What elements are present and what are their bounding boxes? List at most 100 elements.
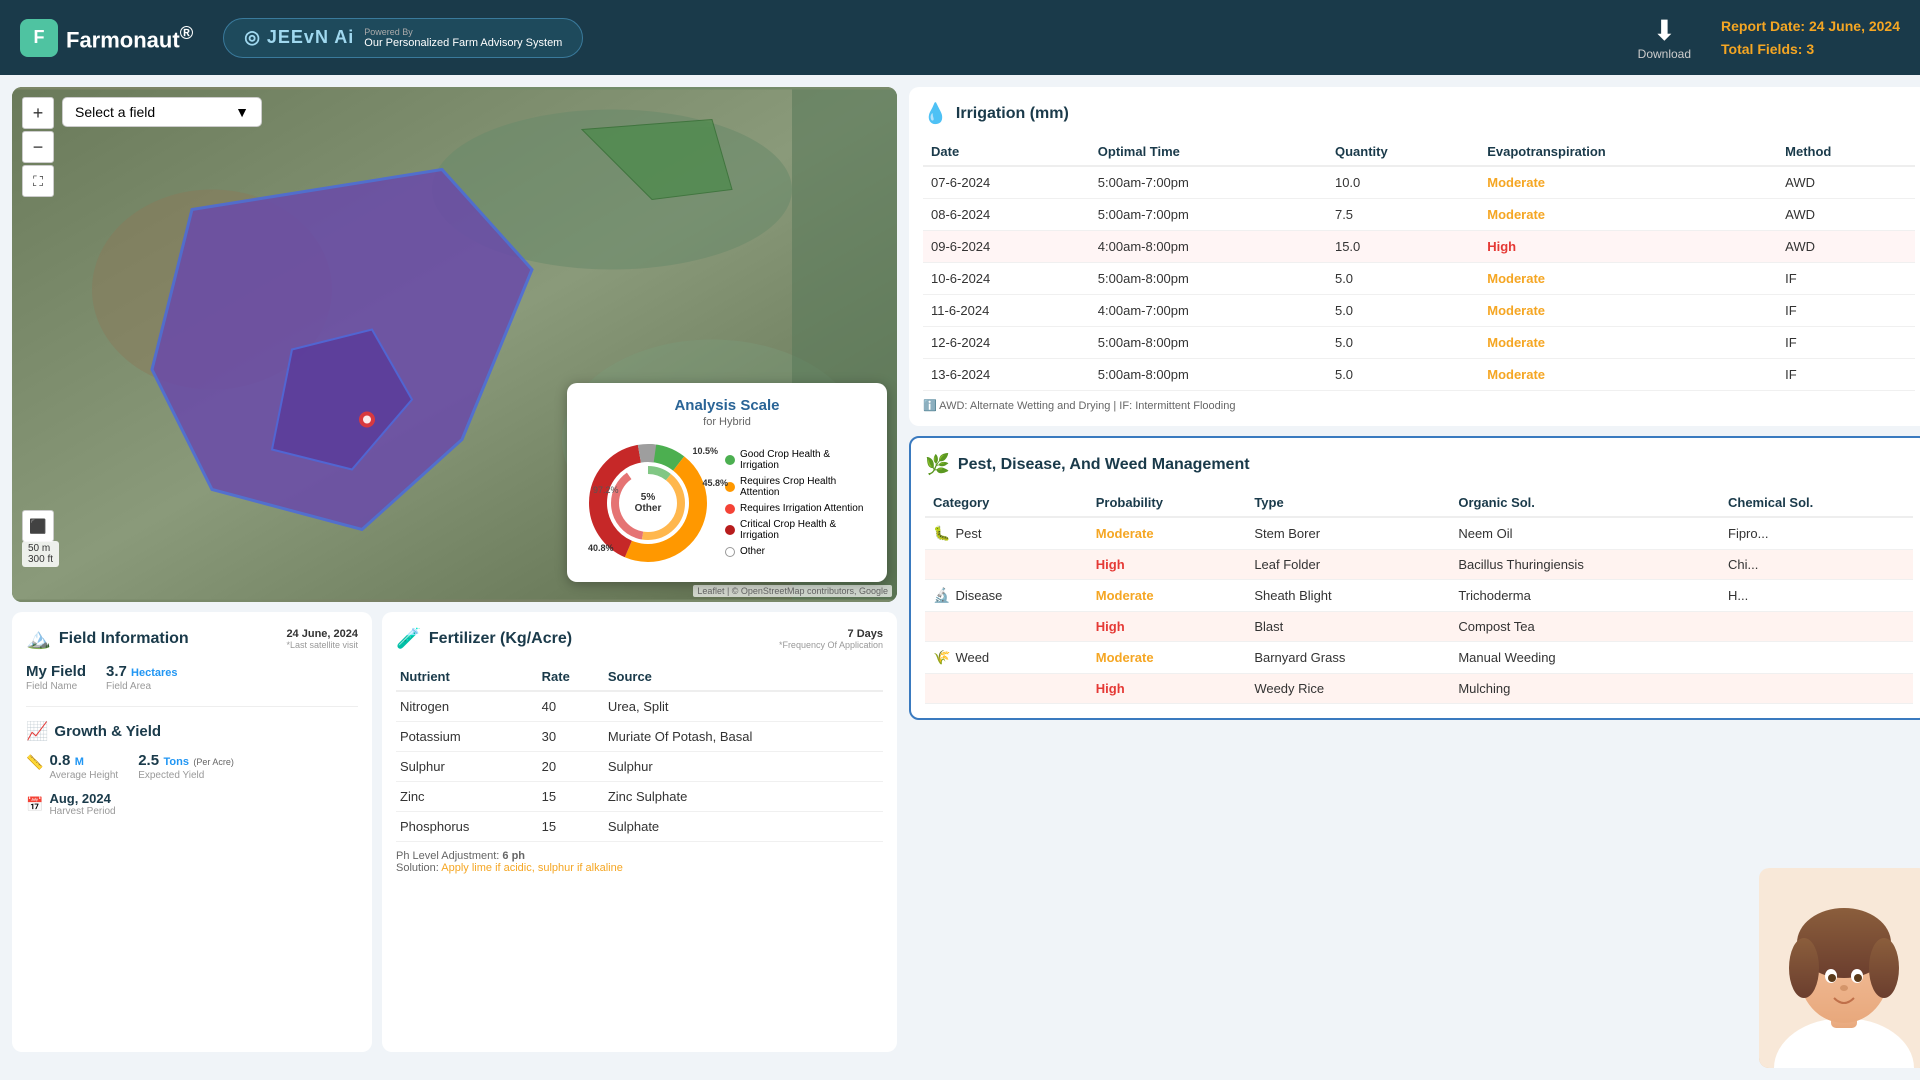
analysis-subtitle: for Hybrid — [583, 416, 871, 428]
analysis-title: Analysis Scale — [583, 397, 871, 414]
table-row: 🌾 Weed Moderate Barnyard Grass Manual We… — [925, 642, 1913, 674]
growth-yield-section: 📈 Growth & Yield 📏 0.8 M Average Hei — [26, 721, 358, 817]
harvest-period: 📅 Aug, 2024 Harvest Period — [26, 791, 358, 817]
field-info-icon: 🏔️ — [26, 626, 51, 651]
header-right: ⬇ Download Report Date: 24 June, 2024 To… — [1638, 14, 1900, 61]
table-row: 🔬 Disease Moderate Sheath Blight Trichod… — [925, 580, 1913, 612]
fertilizer-header: 🧪 Fertilizer (Kg/Acre) 7 Days *Frequency… — [396, 626, 883, 651]
expected-yield-metric: 2.5 Tons (Per Acre) Expected Yield — [138, 752, 234, 781]
table-row: Sulphur 20 Sulphur — [396, 752, 883, 782]
logo-area: F Farmonaut® — [20, 19, 193, 57]
evap-col-header: Evapotranspiration — [1479, 138, 1777, 166]
table-row: Phosphorus 15 Sulphate — [396, 812, 883, 842]
fertilizer-icon: 🧪 — [396, 626, 421, 651]
download-area[interactable]: ⬇ Download — [1638, 14, 1691, 61]
zoom-in-button[interactable]: + — [22, 97, 54, 129]
table-row: 12-6-2024 5:00am-8:00pm 5.0 Moderate IF — [923, 327, 1915, 359]
category-col-header: Category — [925, 489, 1088, 517]
pest-icon: 🌿 — [925, 452, 950, 477]
rate-col-header: Rate — [538, 663, 604, 691]
growth-icon: 📈 — [26, 721, 48, 742]
layers-button[interactable]: ⬛ — [22, 510, 54, 542]
table-row: Potassium 30 Muriate Of Potash, Basal — [396, 722, 883, 752]
analysis-scale-popup: Analysis Scale for Hybrid — [567, 383, 887, 582]
table-row: High Weedy Rice Mulching — [925, 674, 1913, 704]
calendar-icon: 📅 — [26, 796, 43, 813]
jeevn-subtitle: Powered By Our Personalized Farm Advisor… — [364, 27, 562, 49]
field-info-title: Field Information — [59, 630, 279, 648]
fertilizer-table: Nutrient Rate Source Nitrogen 40 Urea, S… — [396, 663, 883, 842]
irrigation-panel: 💧 Irrigation (mm) Date Optimal Time Quan… — [909, 87, 1920, 426]
growth-yield-header: 📈 Growth & Yield — [26, 721, 358, 742]
map-scale: 50 m 300 ft — [22, 541, 59, 567]
pest-panel-wrapper: 🌿 Pest, Disease, And Weed Management Cat… — [909, 436, 1920, 1068]
fertilizer-title: Fertilizer (Kg/Acre) — [429, 630, 572, 648]
field-info-header: 🏔️ Field Information 24 June, 2024 *Last… — [26, 626, 358, 651]
field-select-dropdown[interactable]: Select a field ▼ — [62, 97, 262, 127]
avg-height-metric: 📏 0.8 M Average Height — [26, 752, 118, 781]
donut-chart: 97.2% 5%Other 10.5% 45.8% 40.8% — [583, 438, 713, 568]
irrigation-table: Date Optimal Time Quantity Evapotranspir… — [923, 138, 1915, 391]
table-row: 🐛 Pest Moderate Stem Borer Neem Oil Fipr… — [925, 517, 1913, 550]
field-area-item: 3.7 Hectares Field Area — [106, 663, 178, 692]
field-main-info: My Field Field Name 3.7 Hectares Field A… — [26, 663, 358, 707]
quantity-col-header: Quantity — [1327, 138, 1479, 166]
table-row: 08-6-2024 5:00am-7:00pm 7.5 Moderate AWD — [923, 199, 1915, 231]
irrigation-title: Irrigation (mm) — [956, 105, 1915, 123]
main-content: + − ⛶ ⬛ Select a field ▼ 50 m 300 ft Lea… — [0, 75, 1920, 1080]
nutrient-col-header: Nutrient — [396, 663, 538, 691]
legend-item-requires-health: Requires Crop Health Attention — [725, 476, 871, 498]
table-row: 10-6-2024 5:00am-8:00pm 5.0 Moderate IF — [923, 263, 1915, 295]
jeevn-logo: ◎ JEEvN Ai — [244, 27, 354, 48]
pest-management-table: Category Probability Type Organic Sol. C… — [925, 489, 1913, 704]
pest-header: 🌿 Pest, Disease, And Weed Management — [925, 452, 1913, 477]
logo-icon: F — [20, 19, 58, 57]
type-col-header: Type — [1246, 489, 1450, 517]
table-row: High Leaf Folder Bacillus Thuringiensis … — [925, 550, 1913, 580]
right-panel: 💧 Irrigation (mm) Date Optimal Time Quan… — [909, 87, 1920, 1068]
fullscreen-button[interactable]: ⛶ — [22, 165, 54, 197]
irrigation-header-row: Date Optimal Time Quantity Evapotranspir… — [923, 138, 1915, 166]
organic-col-header: Organic Sol. — [1450, 489, 1720, 517]
growth-metrics: 📏 0.8 M Average Height — [26, 752, 358, 781]
analysis-content: 97.2% 5%Other 10.5% 45.8% 40.8% Good Cro — [583, 438, 871, 568]
chemical-col-header: Chemical Sol. — [1720, 489, 1913, 517]
fertilizer-body: Nitrogen 40 Urea, Split Potassium 30 Mur… — [396, 691, 883, 842]
map-panel: + − ⛶ ⬛ Select a field ▼ 50 m 300 ft Lea… — [12, 87, 897, 1068]
ai-avatar — [1759, 868, 1920, 1068]
fertilizer-footer: Ph Level Adjustment: 6 ph Solution: Appl… — [396, 850, 883, 874]
map-container: + − ⛶ ⬛ Select a field ▼ 50 m 300 ft Lea… — [12, 87, 897, 602]
field-information-panel: 🏔️ Field Information 24 June, 2024 *Last… — [12, 612, 372, 1052]
growth-yield-title: Growth & Yield — [54, 723, 161, 740]
pest-panel: 🌿 Pest, Disease, And Weed Management Cat… — [909, 436, 1920, 720]
field-info-date: 24 June, 2024 *Last satellite visit — [286, 628, 358, 650]
irrigation-icon: 💧 — [923, 101, 948, 126]
probability-col-header: Probability — [1088, 489, 1247, 517]
date-col-header: Date — [923, 138, 1090, 166]
trademark: ® — [180, 22, 194, 43]
table-row: 09-6-2024 4:00am-8:00pm 15.0 High AWD — [923, 231, 1915, 263]
zoom-out-button[interactable]: − — [22, 131, 54, 163]
map-attribution: Leaflet | © OpenStreetMap contributors, … — [693, 585, 892, 597]
table-row: 07-6-2024 5:00am-7:00pm 10.0 Moderate AW… — [923, 166, 1915, 199]
optimal-time-col-header: Optimal Time — [1090, 138, 1327, 166]
legend-item-other: Other — [725, 546, 871, 557]
legend-item-requires-irrigation: Requires Irrigation Attention — [725, 503, 871, 514]
legend-item-good: Good Crop Health & Irrigation — [725, 449, 871, 471]
fertilizer-solution-link[interactable]: Apply lime if acidic, sulphur if alkalin… — [441, 862, 623, 874]
bottom-panels: 🏔️ Field Information 24 June, 2024 *Last… — [12, 612, 897, 1052]
fertilizer-panel: 🧪 Fertilizer (Kg/Acre) 7 Days *Frequency… — [382, 612, 897, 1052]
report-info: Report Date: 24 June, 2024 Total Fields:… — [1721, 15, 1900, 60]
legend-item-critical: Critical Crop Health & Irrigation — [725, 519, 871, 541]
analysis-legend: Good Crop Health & Irrigation Requires C… — [725, 449, 871, 557]
jeevn-banner: ◎ JEEvN Ai Powered By Our Personalized F… — [223, 18, 583, 58]
table-row: 13-6-2024 5:00am-8:00pm 5.0 Moderate IF — [923, 359, 1915, 391]
fertilizer-header-row: Nutrient Rate Source — [396, 663, 883, 691]
app-header: F Farmonaut® ◎ JEEvN Ai Powered By Our P… — [0, 0, 1920, 75]
pest-body: 🐛 Pest Moderate Stem Borer Neem Oil Fipr… — [925, 517, 1913, 704]
download-icon: ⬇ — [1653, 14, 1676, 47]
table-row: Nitrogen 40 Urea, Split — [396, 691, 883, 722]
source-col-header: Source — [604, 663, 883, 691]
pest-title: Pest, Disease, And Weed Management — [958, 456, 1913, 474]
field-name-item: My Field Field Name — [26, 663, 86, 692]
